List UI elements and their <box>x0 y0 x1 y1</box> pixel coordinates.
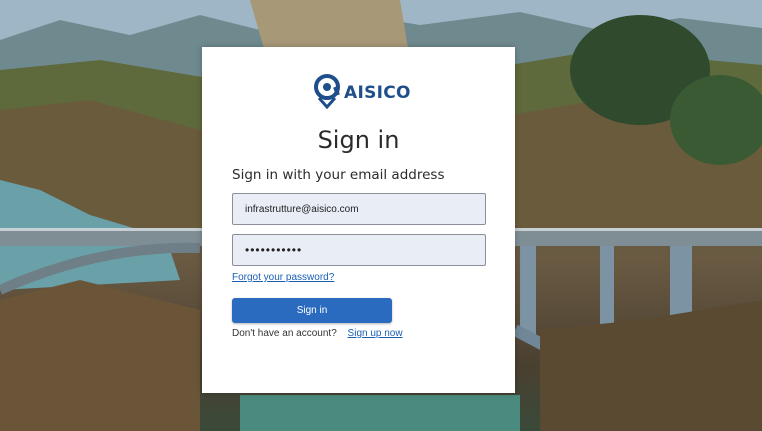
forgot-password-link[interactable]: Forgot your password? <box>232 272 334 283</box>
page-subtitle: Sign in with your email address <box>232 167 445 183</box>
page-title: Sign in <box>317 126 400 154</box>
password-field[interactable] <box>232 234 486 266</box>
email-field[interactable] <box>232 193 486 225</box>
sign-in-card: AISICO Sign in Sign in with your email a… <box>202 47 515 393</box>
sign-in-button[interactable]: Sign in <box>232 298 392 323</box>
sign-up-link[interactable]: Sign up now <box>348 328 403 339</box>
brand-logo: AISICO <box>314 73 411 113</box>
brand-logo-text: AISICO <box>344 83 411 103</box>
location-pin-logo-icon <box>314 73 342 113</box>
no-account-text: Don't have an account? <box>232 328 337 339</box>
signup-row: Don't have an account? Sign up now <box>232 328 403 339</box>
